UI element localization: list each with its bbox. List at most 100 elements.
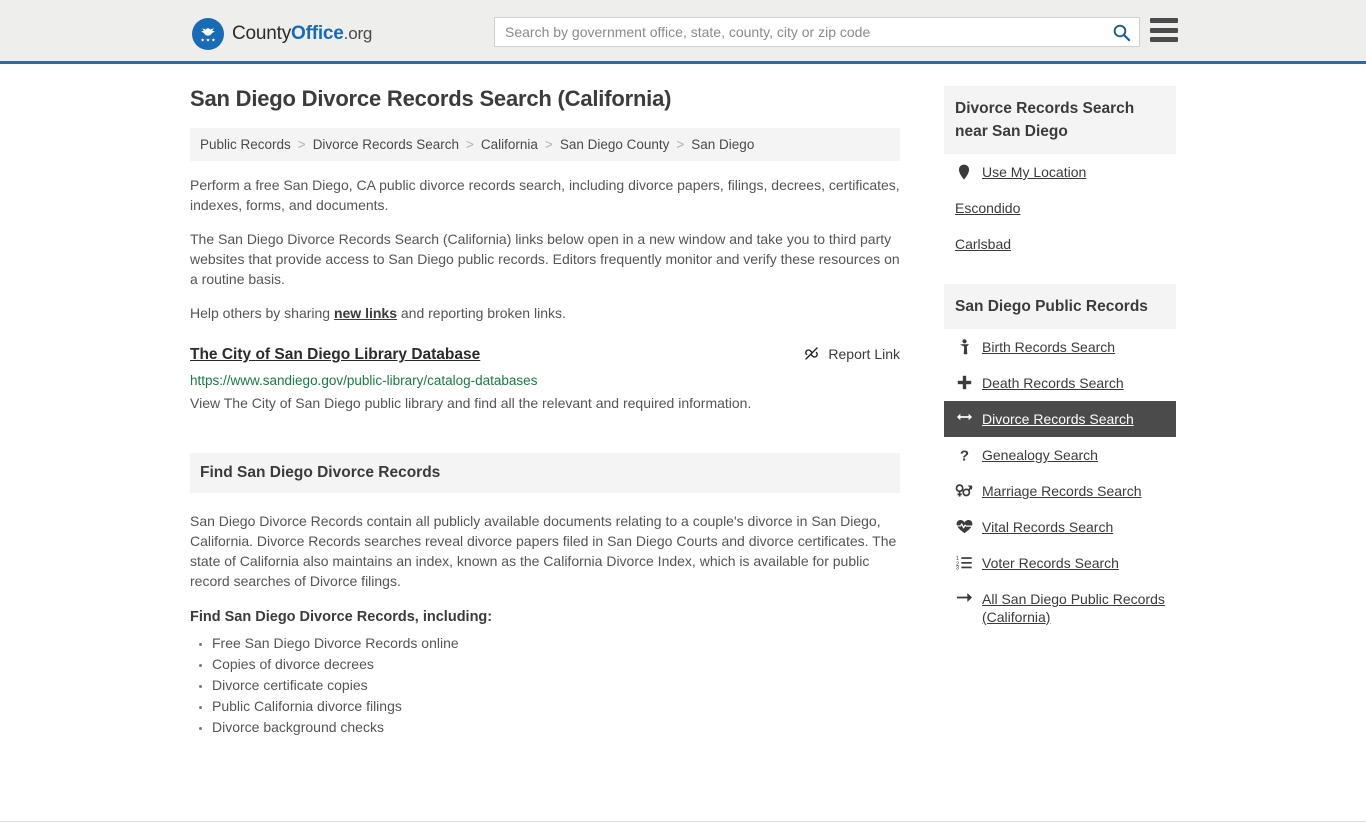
- intro-paragraph-2: The San Diego Divorce Records Search (Ca…: [190, 231, 900, 287]
- sidebar-item-label: Death Records Search: [982, 375, 1124, 391]
- eagle-seal-icon: [192, 18, 224, 50]
- breadcrumb-item-san-diego-county[interactable]: San Diego County: [560, 137, 670, 152]
- report-link-label: Report Link: [828, 345, 900, 362]
- sidebar-item-vital-records-search[interactable]: Vital Records Search: [944, 509, 1176, 545]
- sidebar-item-label: All San Diego Public Records (California…: [982, 591, 1165, 625]
- list-item: Vital Records Search: [944, 509, 1176, 545]
- sidebar-item-birth-records-search[interactable]: Birth Records Search: [944, 329, 1176, 365]
- page-title: San Diego Divorce Records Search (Califo…: [190, 86, 672, 111]
- breadcrumb-item-san-diego: San Diego: [691, 137, 755, 152]
- list-item: Divorce background checks: [212, 717, 900, 737]
- hamburger-bar: [1150, 18, 1178, 23]
- sidebar-item-death-records-search[interactable]: Death Records Search: [944, 365, 1176, 401]
- page-body: San Diego Divorce Records Search (Califo…: [0, 64, 1366, 822]
- share-text-pre: Help others by sharing: [190, 305, 334, 321]
- sidebar-near-list: Use My Location Escondido Carlsbad: [944, 154, 1176, 262]
- list-item: Escondido: [944, 190, 1176, 226]
- sidebar-item-label: Birth Records Search: [982, 339, 1116, 355]
- sidebar-item-all-san-diego-public-records[interactable]: All San Diego Public Records (California…: [944, 581, 1176, 635]
- sidebar-item-label: Carlsbad: [955, 236, 1012, 252]
- share-text-post: and reporting broken links.: [397, 305, 566, 321]
- sidebar-near-heading: Divorce Records Search near San Diego: [955, 100, 1135, 140]
- logo-wordmark: CountyOffice.org: [232, 23, 372, 45]
- venus-mars-icon: [955, 483, 973, 498]
- search-input[interactable]: [495, 18, 1103, 46]
- sidebar-item-label: Divorce Records Search: [982, 411, 1134, 427]
- logo-text-org: .org: [343, 24, 373, 43]
- cross-icon: [955, 375, 973, 390]
- hamburger-menu-icon[interactable]: [1150, 18, 1178, 42]
- sidebar-records-heading: San Diego Public Records: [955, 298, 1148, 315]
- list-item: ? Genealogy Search: [944, 437, 1176, 473]
- sidebar-item-marriage-records-search[interactable]: Marriage Records Search: [944, 473, 1176, 509]
- list-item: Carlsbad: [944, 226, 1176, 262]
- intro-paragraph-3: Help others by sharing new links and rep…: [190, 303, 900, 323]
- result-description: View The City of San Diego public librar…: [190, 395, 752, 411]
- sidebar-item-label: Escondido: [955, 200, 1021, 216]
- arrow-right-icon: [955, 591, 973, 604]
- list-item: All San Diego Public Records (California…: [944, 581, 1176, 635]
- broken-link-icon: [803, 345, 820, 362]
- list-item: Birth Records Search: [944, 329, 1176, 365]
- breadcrumb-item-california[interactable]: California: [481, 137, 538, 152]
- question-mark-icon: ?: [955, 447, 973, 464]
- list-item: Death Records Search: [944, 365, 1176, 401]
- breadcrumb-separator: >: [676, 137, 685, 152]
- result-url: https://www.sandiego.gov/public-library/…: [190, 373, 538, 388]
- breadcrumb: Public Records > Divorce Records Search …: [190, 128, 900, 161]
- sidebar-near-section-header: Divorce Records Search near San Diego: [944, 86, 1176, 154]
- result-item: The City of San Diego Library Database R…: [190, 345, 900, 413]
- content-container: San Diego Divorce Records Search (Califo…: [190, 64, 1176, 738]
- sidebar-item-label: Genealogy Search: [982, 447, 1098, 463]
- breadcrumb-item-public-records[interactable]: Public Records: [200, 137, 291, 152]
- svg-text:3: 3: [956, 566, 959, 570]
- search-button[interactable]: [1103, 18, 1139, 46]
- list-item: Marriage Records Search: [944, 473, 1176, 509]
- site-logo[interactable]: CountyOffice.org: [192, 18, 372, 50]
- sidebar-item-label: Voter Records Search: [982, 555, 1119, 571]
- find-records-subheading: Find San Diego Divorce Records, includin…: [190, 609, 493, 625]
- sidebar-item-voter-records-search[interactable]: 1 2 3 Voter Records Search: [944, 545, 1176, 581]
- sidebar-item-label: Use My Location: [982, 164, 1087, 180]
- map-pin-icon: [955, 164, 973, 180]
- result-title-link[interactable]: The City of San Diego Library Database: [190, 345, 480, 365]
- sidebar-item-use-my-location[interactable]: Use My Location: [944, 154, 1176, 190]
- logo-text-office: Office: [291, 23, 344, 44]
- find-records-bullet-list: Free San Diego Divorce Records online Co…: [190, 633, 900, 737]
- list-item: 1 2 3 Voter Records Search: [944, 545, 1176, 581]
- sidebar-item-label: Vital Records Search: [982, 519, 1114, 535]
- breadcrumb-separator: >: [297, 137, 306, 152]
- split-arrows-icon: [955, 411, 973, 423]
- list-item: Copies of divorce decrees: [212, 654, 900, 674]
- baby-icon: [955, 339, 973, 355]
- list-item: Public California divorce filings: [212, 696, 900, 716]
- list-item: Divorce Records Search: [944, 401, 1176, 437]
- sidebar-item-divorce-records-search[interactable]: Divorce Records Search: [944, 401, 1176, 437]
- logo-text-county: County: [232, 23, 292, 44]
- list-item: Free San Diego Divorce Records online: [212, 633, 900, 653]
- breadcrumb-separator: >: [466, 137, 474, 152]
- sidebar-records-section-header: San Diego Public Records: [944, 284, 1176, 329]
- sidebar-item-escondido[interactable]: Escondido: [944, 190, 1176, 226]
- intro-paragraph-1: Perform a free San Diego, CA public divo…: [190, 177, 900, 213]
- sidebar-item-genealogy-search[interactable]: ? Genealogy Search: [944, 437, 1176, 473]
- breadcrumb-separator: >: [544, 137, 553, 152]
- sidebar-item-label: Marriage Records Search: [982, 483, 1142, 499]
- ordered-list-icon: 1 2 3: [955, 555, 973, 570]
- heartbeat-icon: [955, 519, 973, 534]
- search-bar[interactable]: [494, 17, 1140, 47]
- sidebar: Divorce Records Search near San Diego Us…: [944, 86, 1176, 635]
- list-item: Divorce certificate copies: [212, 675, 900, 695]
- new-links-link[interactable]: new links: [334, 305, 397, 321]
- svg-text:?: ?: [959, 448, 968, 464]
- sidebar-records-list: Birth Records Search Death Records Searc…: [944, 329, 1176, 635]
- find-records-paragraph: San Diego Divorce Records contain all pu…: [190, 513, 897, 589]
- hamburger-bar: [1150, 27, 1178, 33]
- breadcrumb-item-divorce-records-search[interactable]: Divorce Records Search: [313, 137, 459, 152]
- report-link-button[interactable]: Report Link: [803, 345, 900, 362]
- main-column: San Diego Divorce Records Search (Califo…: [190, 86, 900, 738]
- sidebar-item-carlsbad[interactable]: Carlsbad: [944, 226, 1176, 262]
- find-records-section-header: Find San Diego Divorce Records: [190, 453, 900, 493]
- list-item: Use My Location: [944, 154, 1176, 190]
- search-icon: [1113, 24, 1130, 41]
